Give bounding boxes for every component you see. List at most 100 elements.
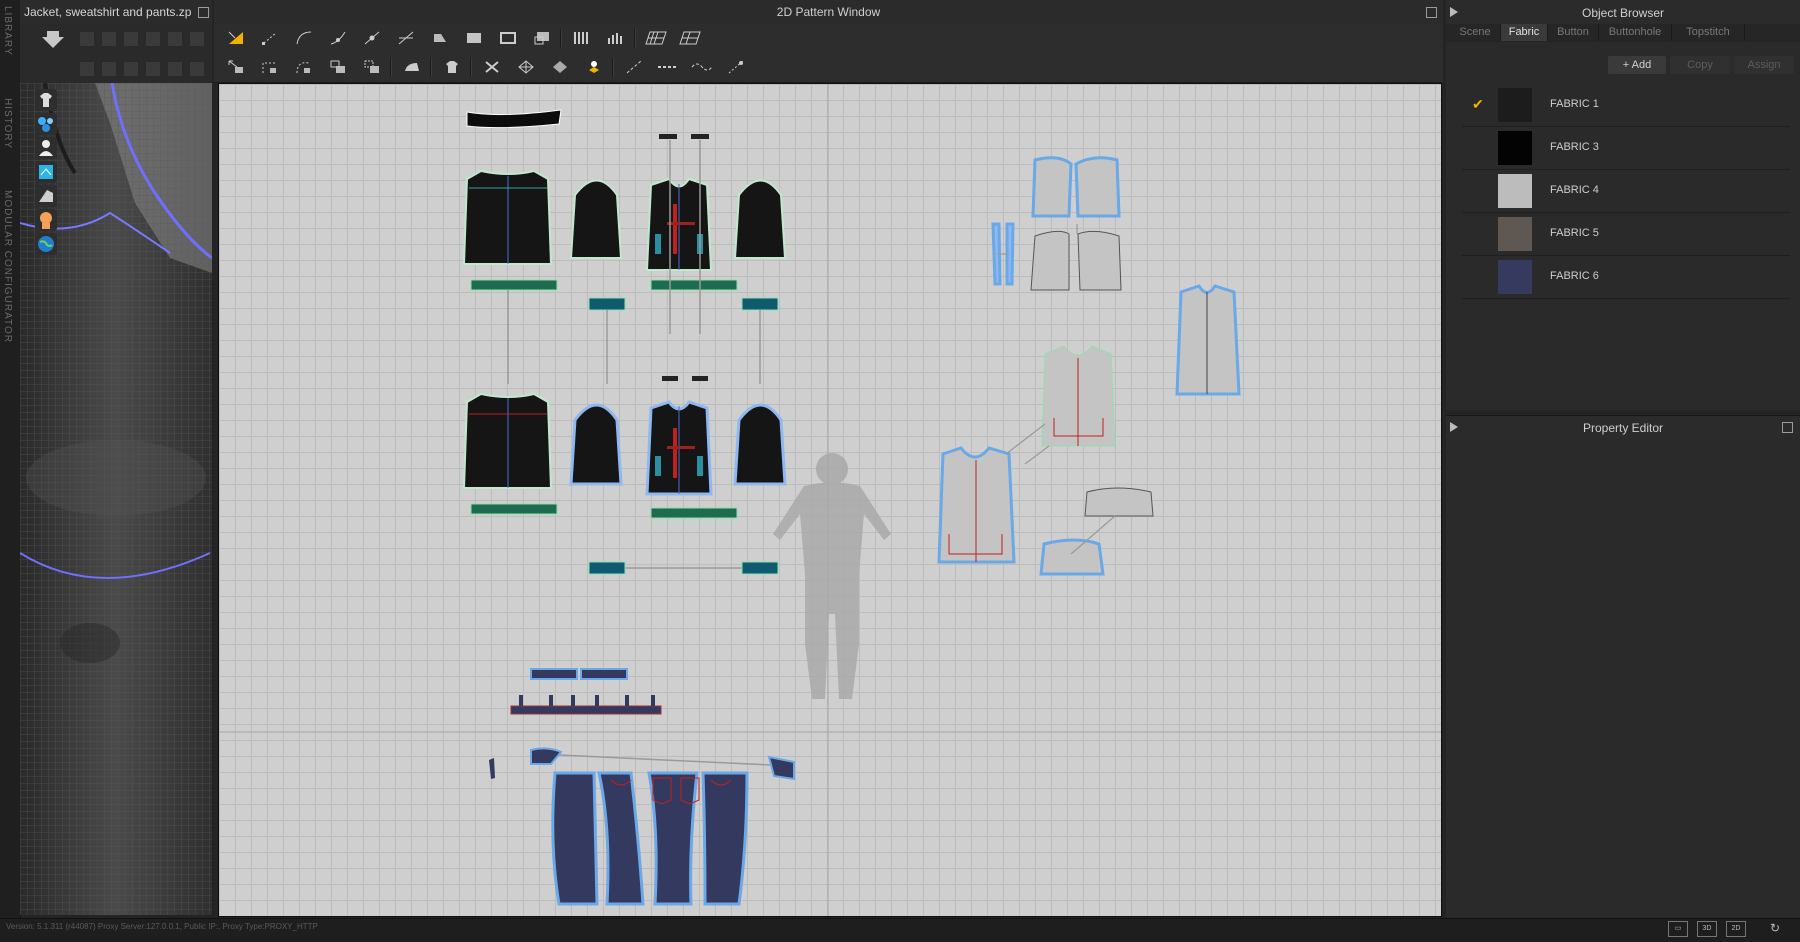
transform-pattern-icon[interactable] bbox=[224, 27, 248, 49]
fabric-swatch bbox=[1498, 260, 1532, 294]
property-editor-title: Property Editor bbox=[1582, 421, 1664, 435]
viewport-3d[interactable] bbox=[20, 83, 212, 915]
pattern-2d-canvas[interactable] bbox=[218, 83, 1442, 917]
split-view-icon[interactable]: ▭ bbox=[1668, 921, 1688, 937]
user-icon[interactable] bbox=[35, 137, 57, 159]
viewport-3d-header: Jacket, sweatshirt and pants.zprj bbox=[20, 0, 212, 25]
modular-configurator-tab[interactable]: MODULAR CONFIGURATOR bbox=[2, 190, 13, 343]
toolbar-separator bbox=[634, 29, 636, 47]
texture-icon[interactable] bbox=[35, 161, 57, 183]
avatar-silhouette bbox=[773, 453, 891, 699]
avatar-mesh-render bbox=[20, 83, 212, 915]
add-point-icon[interactable] bbox=[360, 27, 384, 49]
toolbar-separator bbox=[612, 58, 614, 76]
toolbar-separator bbox=[470, 58, 472, 76]
assign-fabric-button[interactable]: Assign bbox=[1734, 56, 1794, 74]
edit-topstitch-icon[interactable] bbox=[724, 56, 748, 78]
viewport-toolbar-faded bbox=[80, 32, 204, 76]
popout-icon[interactable] bbox=[1426, 7, 1437, 18]
avatar-icon[interactable] bbox=[35, 89, 57, 111]
fabric-item[interactable]: FABRIC 6 bbox=[1462, 256, 1790, 299]
object-browser-tabs: Scene Fabric Button Buttonhole Topstitch bbox=[1446, 24, 1800, 42]
mesh-icon[interactable] bbox=[514, 56, 538, 78]
cut-line-icon[interactable] bbox=[394, 27, 418, 49]
view-3d-button[interactable]: 3D bbox=[1697, 921, 1717, 937]
copy-fabric-button[interactable]: Copy bbox=[1670, 56, 1730, 74]
pattern-toolbar-row-2 bbox=[214, 53, 1443, 83]
mesh-grid-icon[interactable] bbox=[678, 27, 702, 49]
pattern-2d-title: 2D Pattern Window bbox=[776, 5, 881, 19]
polygon-icon[interactable] bbox=[462, 27, 486, 49]
tab-buttonhole[interactable]: Buttonhole bbox=[1599, 24, 1672, 41]
offset-icon[interactable] bbox=[326, 56, 350, 78]
fold-pattern-icon[interactable] bbox=[360, 56, 384, 78]
fabric-item[interactable]: FABRIC 4 bbox=[1462, 170, 1790, 213]
popout-icon[interactable] bbox=[1782, 422, 1793, 433]
viewport-3d-title: Jacket, sweatshirt and pants.zprj bbox=[24, 5, 192, 19]
arrange-icon[interactable] bbox=[548, 56, 572, 78]
garment-icon[interactable] bbox=[440, 56, 464, 78]
viewport-3d-toolbar bbox=[20, 24, 212, 83]
refresh-icon[interactable]: ↻ bbox=[1770, 921, 1780, 935]
pattern-pieces bbox=[219, 84, 1441, 916]
curve-point-icon[interactable] bbox=[326, 27, 350, 49]
jacket-patterns-lower bbox=[462, 376, 787, 575]
add-fabric-button[interactable]: + Add bbox=[1608, 56, 1666, 74]
jacket-patterns-upper bbox=[462, 109, 787, 311]
pattern-2d-header: 2D Pattern Window bbox=[214, 0, 1443, 25]
tab-topstitch[interactable]: Topstitch bbox=[1672, 24, 1745, 41]
globe-icon[interactable] bbox=[35, 233, 57, 255]
fabric-name: FABRIC 4 bbox=[1550, 184, 1599, 196]
view-2d-button[interactable]: 2D bbox=[1726, 921, 1746, 937]
fabric-name: FABRIC 6 bbox=[1550, 270, 1599, 282]
fabric-swatch bbox=[1498, 174, 1532, 208]
grid-tool-icon[interactable] bbox=[644, 27, 668, 49]
segment-topstitch-icon[interactable] bbox=[656, 56, 680, 78]
trace-corner-icon[interactable] bbox=[258, 56, 282, 78]
property-editor-header: Property Editor bbox=[1446, 415, 1800, 439]
trace-curve-icon[interactable] bbox=[292, 56, 316, 78]
pants-patterns bbox=[489, 668, 795, 906]
tack-icon[interactable] bbox=[480, 56, 504, 78]
fabric-name: FABRIC 1 bbox=[1550, 98, 1599, 110]
topstitch-icon[interactable] bbox=[622, 56, 646, 78]
trace-icon[interactable] bbox=[224, 56, 248, 78]
fabric-swatch bbox=[1498, 88, 1532, 122]
library-tab[interactable]: LIBRARY bbox=[2, 6, 13, 56]
face-icon[interactable] bbox=[35, 209, 57, 231]
pin-tool-icon[interactable] bbox=[582, 56, 606, 78]
fabric-swatch bbox=[1498, 131, 1532, 165]
molecule-icon[interactable] bbox=[35, 113, 57, 135]
tab-scene[interactable]: Scene bbox=[1450, 24, 1501, 41]
edit-curve-icon[interactable] bbox=[292, 27, 316, 49]
simulate-icon[interactable] bbox=[40, 28, 66, 50]
internal-shape-icon[interactable] bbox=[530, 27, 554, 49]
tab-button[interactable]: Button bbox=[1548, 24, 1599, 41]
toolbar-separator bbox=[430, 58, 432, 76]
fabric-list-panel: + Add Copy Assign ✔ FABRIC 1 FABRIC 3 FA… bbox=[1446, 42, 1800, 410]
toolbar-separator bbox=[390, 58, 392, 76]
object-browser-title: Object Browser bbox=[1581, 6, 1665, 20]
fabric-item[interactable]: FABRIC 3 bbox=[1462, 127, 1790, 170]
status-text: Version: 5.1.311 (r44087) Proxy Server:1… bbox=[6, 922, 318, 931]
edit-sewing-icon[interactable] bbox=[428, 27, 452, 49]
free-sewing-icon[interactable] bbox=[603, 27, 627, 49]
fold-icon[interactable] bbox=[35, 185, 57, 207]
selected-check-icon: ✔ bbox=[1472, 96, 1484, 112]
edit-point-icon[interactable] bbox=[258, 27, 282, 49]
toolbar-separator bbox=[560, 29, 562, 47]
history-tab[interactable]: HISTORY bbox=[2, 98, 13, 149]
fabric-swatch bbox=[1498, 217, 1532, 251]
fabric-name: FABRIC 5 bbox=[1550, 227, 1599, 239]
tab-fabric[interactable]: Fabric bbox=[1501, 24, 1548, 41]
curved-topstitch-icon[interactable] bbox=[690, 56, 714, 78]
rectangle-icon[interactable] bbox=[496, 27, 520, 49]
fabric-name: FABRIC 3 bbox=[1550, 141, 1599, 153]
object-browser-header: Object Browser bbox=[1446, 0, 1800, 25]
sweatshirt-patterns bbox=[937, 156, 1241, 576]
steam-iron-icon[interactable] bbox=[400, 56, 424, 78]
segment-sewing-icon[interactable] bbox=[569, 27, 593, 49]
fabric-item[interactable]: ✔ FABRIC 1 bbox=[1462, 84, 1790, 127]
fabric-item[interactable]: FABRIC 5 bbox=[1462, 213, 1790, 256]
popout-icon[interactable] bbox=[198, 7, 209, 18]
